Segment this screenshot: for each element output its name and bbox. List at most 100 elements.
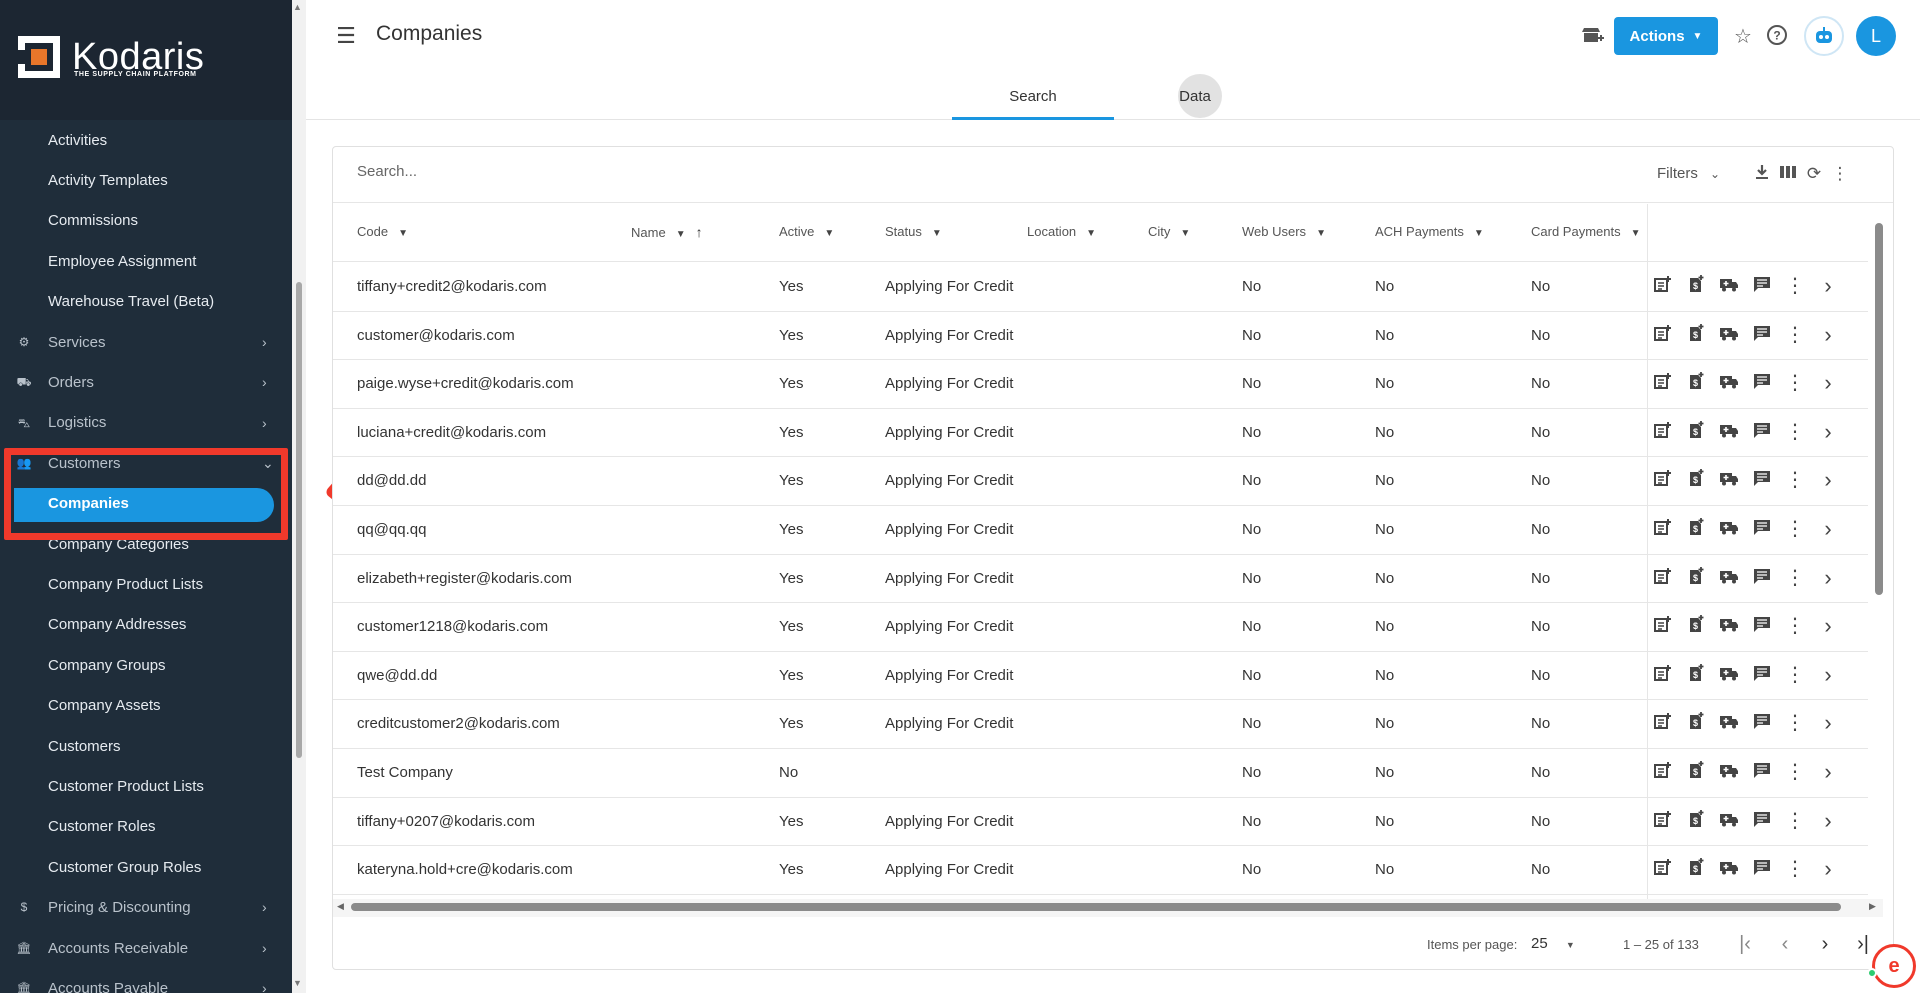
add-note-icon[interactable] [1652, 421, 1674, 443]
payment-doc-icon[interactable]: $ [1685, 420, 1707, 443]
chevron-right-icon[interactable]: › [1817, 469, 1839, 491]
more-vert-icon[interactable]: ⋮ [1784, 712, 1806, 734]
tab-search[interactable]: Search [952, 74, 1114, 120]
payment-doc-icon[interactable]: $ [1685, 517, 1707, 540]
items-per-page-select[interactable]: 25 ▼ [1531, 935, 1575, 952]
comment-icon[interactable] [1751, 664, 1773, 686]
table-row[interactable]: elizabeth+register@kodaris.com Yes Applyin… [333, 555, 1868, 604]
payment-doc-icon[interactable]: $ [1685, 566, 1707, 589]
sidebar-item-company-product-lists[interactable]: Company Product Lists [0, 564, 292, 604]
col-status[interactable]: Status ▼ [885, 224, 942, 239]
chevron-right-icon[interactable]: › [1817, 372, 1839, 394]
sidebar-item-pricing-discounting[interactable]: $ Pricing & Discounting › [0, 887, 292, 927]
sidebar-item-company-groups[interactable]: Company Groups [0, 645, 292, 685]
payment-doc-icon[interactable]: $ [1685, 858, 1707, 880]
chevron-right-icon[interactable]: › [1817, 858, 1839, 880]
payment-doc-icon[interactable]: $ [1685, 712, 1707, 734]
add-note-icon[interactable] [1652, 858, 1674, 880]
more-vert-icon[interactable]: ⋮ [1784, 567, 1806, 589]
sidebar-item-activities[interactable]: Activities [0, 120, 292, 160]
ambulance-icon[interactable] [1718, 761, 1740, 783]
star-icon[interactable]: ☆ [1730, 24, 1756, 50]
chevron-right-icon[interactable]: › [1817, 615, 1839, 637]
ambulance-icon[interactable] [1718, 567, 1740, 589]
col-name[interactable]: Name ▼ ↑ [631, 224, 703, 240]
payment-doc-icon[interactable]: $ [1685, 809, 1707, 832]
prev-page-icon[interactable]: ‹ [1773, 933, 1797, 956]
next-page-icon[interactable]: › [1813, 933, 1837, 956]
table-row[interactable]: dd@dd.dd Yes Applying For Credit No No No $ ⋮ › [333, 457, 1868, 506]
more-vert-icon[interactable]: ⋮ [1829, 163, 1851, 185]
col-city[interactable]: City ▼ [1148, 224, 1190, 239]
ambulance-icon[interactable] [1718, 615, 1740, 637]
filters-button[interactable]: Filters ⌄ [1657, 165, 1720, 182]
sidebar-item-customer-product-lists[interactable]: Customer Product Lists [0, 766, 292, 806]
add-note-icon[interactable] [1652, 664, 1674, 686]
horizontal-scroll-thumb[interactable] [351, 903, 1841, 911]
sidebar-item-company-assets[interactable]: Company Assets [0, 685, 292, 725]
comment-icon[interactable] [1751, 469, 1773, 491]
comment-icon[interactable] [1751, 421, 1773, 443]
chevron-right-icon[interactable]: › [1817, 712, 1839, 734]
search-input[interactable] [357, 163, 957, 180]
sidebar-item-employee-assignment[interactable]: Employee Assignment [0, 241, 292, 281]
comment-icon[interactable] [1751, 712, 1773, 734]
assistant-bot-icon[interactable] [1804, 16, 1844, 56]
payment-doc-icon[interactable]: $ [1685, 663, 1707, 686]
add-note-icon[interactable] [1652, 469, 1674, 491]
ambulance-icon[interactable] [1718, 275, 1740, 297]
add-note-icon[interactable] [1652, 761, 1674, 783]
ambulance-icon[interactable] [1718, 858, 1740, 880]
add-note-icon[interactable] [1652, 275, 1674, 297]
chevron-right-icon[interactable]: › [1817, 663, 1839, 686]
col-code[interactable]: Code ▼ [357, 224, 408, 239]
col-card-payments[interactable]: Card Payments ▼ [1531, 224, 1641, 239]
comment-icon[interactable] [1751, 518, 1773, 540]
sidebar-item-orders[interactable]: ⛟ Orders › [0, 362, 292, 402]
more-vert-icon[interactable]: ⋮ [1784, 615, 1806, 637]
comment-icon[interactable] [1751, 761, 1773, 783]
user-avatar[interactable]: L [1856, 16, 1896, 56]
columns-icon[interactable] [1777, 163, 1799, 185]
table-row[interactable]: qq@qq.qq Yes Applying For Credit No No No $ ⋮ › [333, 506, 1868, 555]
more-vert-icon[interactable]: ⋮ [1784, 421, 1806, 443]
tab-data[interactable]: Data [1114, 74, 1276, 120]
col-active[interactable]: Active ▼ [779, 224, 834, 239]
payment-doc-icon[interactable]: $ [1685, 275, 1707, 297]
payment-doc-icon[interactable]: $ [1685, 323, 1707, 346]
table-row[interactable]: customer@kodaris.com Yes Applying For Cred… [333, 312, 1868, 361]
sidebar-scroll-thumb[interactable] [296, 282, 302, 758]
sidebar-item-activity-templates[interactable]: Activity Templates [0, 160, 292, 200]
add-note-icon[interactable] [1652, 518, 1674, 540]
table-row[interactable]: kateryna.hold+cre@kodaris.com Yes Applying… [333, 846, 1868, 895]
scroll-up-icon[interactable]: ▲ [293, 2, 302, 12]
first-page-icon[interactable]: |‹ [1733, 933, 1757, 956]
sidebar-item-commissions[interactable]: Commissions [0, 201, 292, 241]
add-note-icon[interactable] [1652, 712, 1674, 734]
scroll-left-icon[interactable]: ◀ [337, 901, 344, 912]
chat-support-icon[interactable]: e [1872, 944, 1916, 988]
ambulance-icon[interactable] [1718, 664, 1740, 686]
ambulance-icon[interactable] [1718, 421, 1740, 443]
table-row[interactable]: Test Company No No No No $ ⋮ › [333, 749, 1868, 798]
chevron-right-icon[interactable]: › [1817, 420, 1839, 443]
more-vert-icon[interactable]: ⋮ [1784, 664, 1806, 686]
sidebar-item-services[interactable]: ⚙ Services › [0, 322, 292, 362]
table-row[interactable]: paige.wyse+credit@kodaris.com Yes Applying… [333, 360, 1868, 409]
ambulance-icon[interactable] [1718, 712, 1740, 734]
add-note-icon[interactable] [1652, 615, 1674, 637]
comment-icon[interactable] [1751, 372, 1773, 394]
table-row[interactable]: customer1218@kodaris.com Yes Applying For … [333, 603, 1868, 652]
table-row[interactable]: luciana+credit@kodaris.com Yes Applying Fo… [333, 409, 1868, 458]
comment-icon[interactable] [1751, 275, 1773, 297]
ambulance-icon[interactable] [1718, 324, 1740, 346]
sidebar-item-logistics[interactable]: ⛍ Logistics › [0, 403, 292, 443]
col-location[interactable]: Location ▼ [1027, 224, 1096, 239]
comment-icon[interactable] [1751, 615, 1773, 637]
add-store-icon[interactable] [1580, 24, 1606, 50]
menu-icon[interactable]: ☰ [334, 24, 358, 48]
add-note-icon[interactable] [1652, 372, 1674, 394]
add-note-icon[interactable] [1652, 567, 1674, 589]
payment-doc-icon[interactable]: $ [1685, 469, 1707, 491]
scroll-right-icon[interactable]: ▶ [1869, 901, 1876, 912]
